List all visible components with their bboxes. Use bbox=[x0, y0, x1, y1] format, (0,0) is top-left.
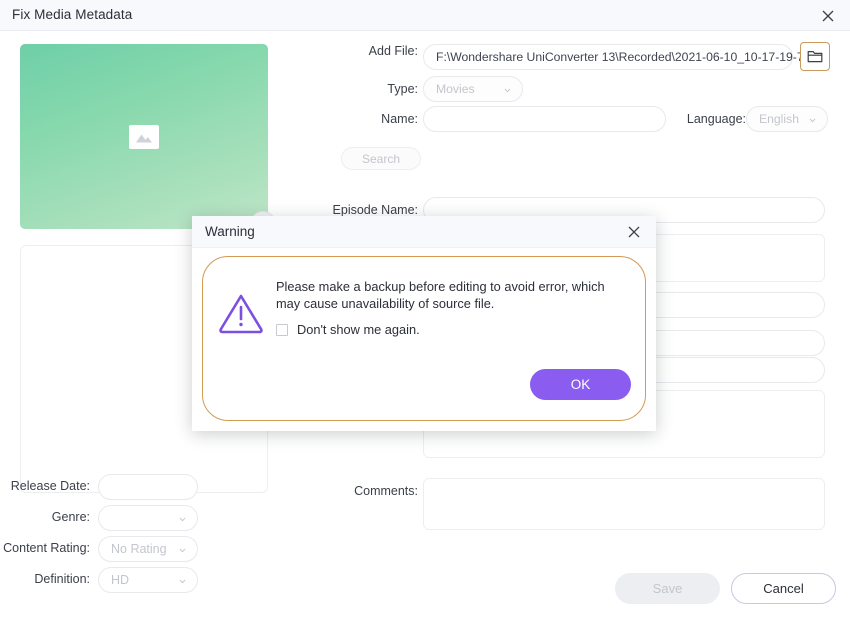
type-label: Type: bbox=[387, 82, 418, 96]
warning-dialog-body: Please make a backup before editing to a… bbox=[202, 256, 646, 421]
comments-textarea[interactable] bbox=[423, 478, 825, 530]
release-date-row: Release Date: bbox=[11, 474, 272, 500]
genre-select[interactable] bbox=[98, 505, 198, 531]
content-rating-row: Content Rating: No Rating bbox=[3, 536, 272, 562]
search-button[interactable]: Search bbox=[341, 147, 421, 170]
definition-value: HD bbox=[111, 573, 130, 587]
content-rating-label: Content Rating: bbox=[3, 541, 90, 555]
release-date-input[interactable] bbox=[98, 474, 198, 500]
content-rating-select[interactable]: No Rating bbox=[98, 536, 198, 562]
episode-name-label: Episode Name: bbox=[332, 203, 418, 217]
warning-dialog-titlebar: Warning bbox=[192, 216, 656, 248]
chevron-down-icon bbox=[179, 548, 186, 553]
genre-row: Genre: bbox=[20, 505, 272, 531]
save-button: Save bbox=[615, 573, 720, 604]
add-file-value: F:\Wondershare UniConverter 13\Recorded\… bbox=[436, 50, 828, 64]
definition-label: Definition: bbox=[34, 572, 90, 586]
image-placeholder-icon bbox=[129, 124, 159, 149]
warning-dialog-title: Warning bbox=[205, 224, 255, 239]
definition-select[interactable]: HD bbox=[98, 567, 198, 593]
warning-dialog-close-button[interactable] bbox=[621, 220, 647, 244]
cancel-button[interactable]: Cancel bbox=[731, 573, 836, 604]
language-select[interactable]: English bbox=[746, 106, 828, 132]
type-value: Movies bbox=[436, 82, 475, 96]
checkbox-box-icon bbox=[276, 323, 288, 336]
release-date-label: Release Date: bbox=[10, 479, 90, 493]
definition-row: Definition: HD bbox=[20, 567, 272, 593]
language-label: Language: bbox=[686, 112, 746, 126]
window-title: Fix Media Metadata bbox=[12, 7, 133, 22]
type-select[interactable]: Movies bbox=[423, 76, 523, 102]
warning-message: Please make a backup before editing to a… bbox=[276, 279, 605, 311]
chevron-down-icon bbox=[179, 579, 186, 584]
ok-button[interactable]: OK bbox=[530, 369, 631, 400]
name-label: Name: bbox=[381, 112, 418, 126]
chevron-down-icon bbox=[504, 88, 511, 93]
dont-show-again-label: Don't show me again. bbox=[297, 322, 420, 337]
window-titlebar: Fix Media Metadata bbox=[0, 0, 850, 31]
chevron-down-icon bbox=[179, 517, 186, 522]
cover-thumbnail[interactable] bbox=[20, 44, 276, 237]
browse-file-button[interactable] bbox=[800, 42, 830, 71]
window-close-button[interactable] bbox=[814, 3, 842, 29]
content-rating-value: No Rating bbox=[111, 542, 167, 556]
chevron-down-icon bbox=[809, 118, 816, 123]
dont-show-again-checkbox[interactable]: Don't show me again. bbox=[276, 322, 420, 337]
close-icon bbox=[822, 10, 834, 22]
fix-media-metadata-window: Fix Media Metadata Release Date: Genre: … bbox=[0, 0, 850, 619]
folder-open-icon bbox=[807, 51, 822, 63]
genre-label: Genre: bbox=[51, 510, 90, 524]
comments-label: Comments: bbox=[354, 484, 418, 498]
add-file-input[interactable]: F:\Wondershare UniConverter 13\Recorded\… bbox=[423, 44, 827, 70]
warning-triangle-icon bbox=[219, 294, 263, 334]
add-file-label: Add File: bbox=[368, 44, 418, 58]
warning-dialog: Warning Please make a backup before edit… bbox=[192, 216, 656, 431]
name-input[interactable] bbox=[423, 106, 666, 132]
language-value: English bbox=[759, 112, 799, 126]
close-icon bbox=[628, 226, 640, 238]
